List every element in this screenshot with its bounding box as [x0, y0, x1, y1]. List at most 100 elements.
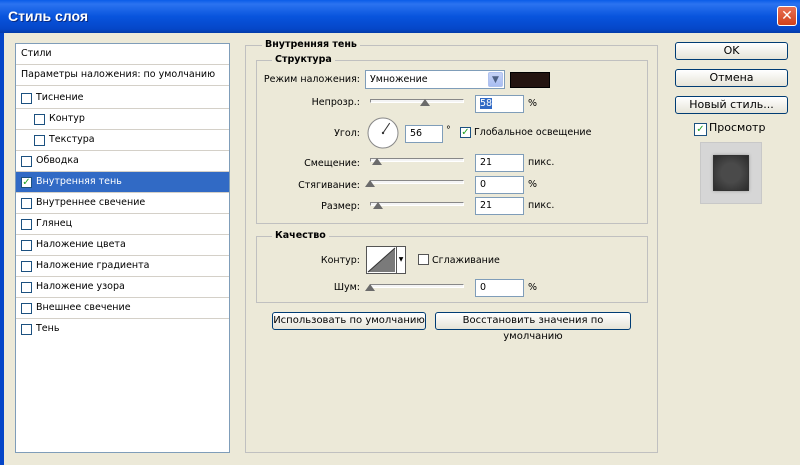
- style-checkbox[interactable]: [21, 93, 32, 104]
- styles-header[interactable]: Стили: [16, 44, 229, 65]
- style-item-stroke[interactable]: Обводка: [16, 151, 229, 172]
- blend-mode-value: Умножение: [370, 74, 428, 85]
- distance-slider-thumb[interactable]: [371, 158, 382, 165]
- style-checkbox[interactable]: [21, 219, 32, 230]
- contour-label: Контур:: [320, 255, 360, 266]
- style-checkbox[interactable]: [21, 303, 32, 314]
- distance-input[interactable]: 21: [475, 154, 524, 172]
- style-item-bevel[interactable]: Тиснение: [16, 88, 229, 109]
- style-item-contour[interactable]: Контур: [16, 109, 229, 130]
- choke-label: Стягивание:: [298, 180, 360, 191]
- styles-list: Стили Параметры наложения: по умолчанию …: [15, 43, 230, 453]
- style-item-texture[interactable]: Текстура: [16, 130, 229, 151]
- style-item-label: Наложение цвета: [36, 239, 126, 250]
- size-unit: пикс.: [528, 200, 555, 211]
- new-style-button[interactable]: Новый стиль...: [675, 96, 788, 114]
- style-item-label: Тень: [36, 323, 60, 334]
- opacity-input[interactable]: 58: [475, 95, 524, 113]
- opacity-value: 58: [480, 98, 493, 109]
- size-input[interactable]: 21: [475, 197, 524, 215]
- style-item-label: Текстура: [49, 134, 95, 145]
- style-item-gradient-overlay[interactable]: Наложение градиента: [16, 256, 229, 277]
- make-default-button[interactable]: Использовать по умолчанию: [272, 312, 426, 330]
- preview-label: Просмотр: [709, 121, 766, 134]
- blending-options-item[interactable]: Параметры наложения: по умолчанию: [16, 65, 229, 86]
- opacity-slider-thumb[interactable]: [419, 99, 430, 106]
- reset-default-button[interactable]: Восстановить значения по умолчанию: [435, 312, 631, 342]
- angle-dial-icon: [367, 117, 399, 149]
- style-item-outer-glow[interactable]: Внешнее свечение: [16, 298, 229, 319]
- antialias-label: Сглаживание: [432, 255, 500, 266]
- style-item-label: Обводка: [36, 155, 79, 166]
- style-item-label: Контур: [49, 113, 85, 124]
- style-item-inner-shadow[interactable]: ✓ Внутренняя тень: [16, 172, 229, 193]
- chevron-down-icon[interactable]: ▼: [488, 72, 503, 87]
- style-checkbox[interactable]: [21, 261, 32, 272]
- style-item-label: Внутреннее свечение: [36, 197, 146, 208]
- window-frame: [0, 33, 4, 465]
- angle-input[interactable]: 56: [405, 125, 443, 143]
- styles-header-label: Стили: [21, 48, 52, 59]
- contour-picker[interactable]: [366, 246, 397, 274]
- style-item-inner-glow[interactable]: Внутреннее свечение: [16, 193, 229, 214]
- size-slider[interactable]: [370, 202, 464, 206]
- style-checkbox[interactable]: ✓: [21, 177, 32, 188]
- choke-input[interactable]: 0: [475, 176, 524, 194]
- antialias-checkbox[interactable]: [418, 254, 429, 265]
- close-button[interactable]: ✕: [777, 6, 797, 26]
- style-checkbox[interactable]: [21, 156, 32, 167]
- style-checkbox[interactable]: [34, 135, 45, 146]
- noise-slider[interactable]: [370, 284, 464, 288]
- angle-label: Угол:: [334, 128, 360, 139]
- blend-mode-select[interactable]: Умножение ▼: [365, 70, 505, 89]
- choke-slider[interactable]: [370, 180, 464, 184]
- style-item-label: Внешнее свечение: [36, 302, 131, 313]
- style-item-label: Наложение узора: [36, 281, 125, 292]
- style-item-satin[interactable]: Глянец: [16, 214, 229, 235]
- style-item-color-overlay[interactable]: Наложение цвета: [16, 235, 229, 256]
- global-light-checkbox[interactable]: ✓: [460, 127, 471, 138]
- global-light-label: Глобальное освещение: [474, 127, 592, 138]
- choke-slider-thumb[interactable]: [365, 180, 375, 187]
- style-checkbox[interactable]: [21, 282, 32, 293]
- style-checkbox[interactable]: [21, 198, 32, 209]
- inner-shadow-title: Внутренняя тень: [262, 39, 360, 50]
- distance-unit: пикс.: [528, 157, 555, 168]
- title-bar[interactable]: [0, 0, 800, 33]
- size-slider-thumb[interactable]: [372, 202, 383, 209]
- noise-label: Шум:: [333, 282, 360, 293]
- choke-unit: %: [528, 179, 538, 190]
- shadow-color-swatch[interactable]: [510, 72, 550, 88]
- preview-swatch: [713, 155, 749, 191]
- style-checkbox[interactable]: [34, 114, 45, 125]
- blend-mode-label: Режим наложения:: [263, 74, 360, 85]
- size-label: Размер:: [321, 201, 360, 212]
- style-checkbox[interactable]: [21, 324, 32, 335]
- noise-unit: %: [528, 282, 538, 293]
- contour-curve-icon: [367, 247, 396, 273]
- noise-slider-thumb[interactable]: [365, 284, 375, 291]
- quality-title: Качество: [272, 230, 329, 241]
- angle-dial[interactable]: [367, 117, 399, 149]
- style-item-label: Внутренняя тень: [36, 176, 122, 187]
- style-preview: [700, 142, 762, 204]
- ok-button[interactable]: OK: [675, 42, 788, 60]
- opacity-slider[interactable]: [370, 99, 464, 103]
- blending-options-label: Параметры наложения: по умолчанию: [21, 69, 216, 80]
- window-title: Стиль слоя: [8, 8, 88, 24]
- angle-unit: °: [446, 125, 451, 136]
- style-item-pattern-overlay[interactable]: Наложение узора: [16, 277, 229, 298]
- opacity-label: Непрозр.:: [311, 97, 360, 108]
- preview-checkbox[interactable]: ✓: [694, 123, 707, 136]
- contour-dropdown-icon[interactable]: ▼: [397, 246, 406, 274]
- structure-title: Структура: [272, 54, 335, 65]
- style-item-drop-shadow[interactable]: Тень: [16, 319, 229, 340]
- distance-label: Смещение:: [304, 158, 360, 169]
- style-item-label: Глянец: [36, 218, 73, 229]
- distance-slider[interactable]: [370, 158, 464, 162]
- close-icon: ✕: [781, 8, 793, 24]
- noise-input[interactable]: 0: [475, 279, 524, 297]
- style-item-label: Наложение градиента: [36, 260, 150, 271]
- style-checkbox[interactable]: [21, 240, 32, 251]
- cancel-button[interactable]: Отмена: [675, 69, 788, 87]
